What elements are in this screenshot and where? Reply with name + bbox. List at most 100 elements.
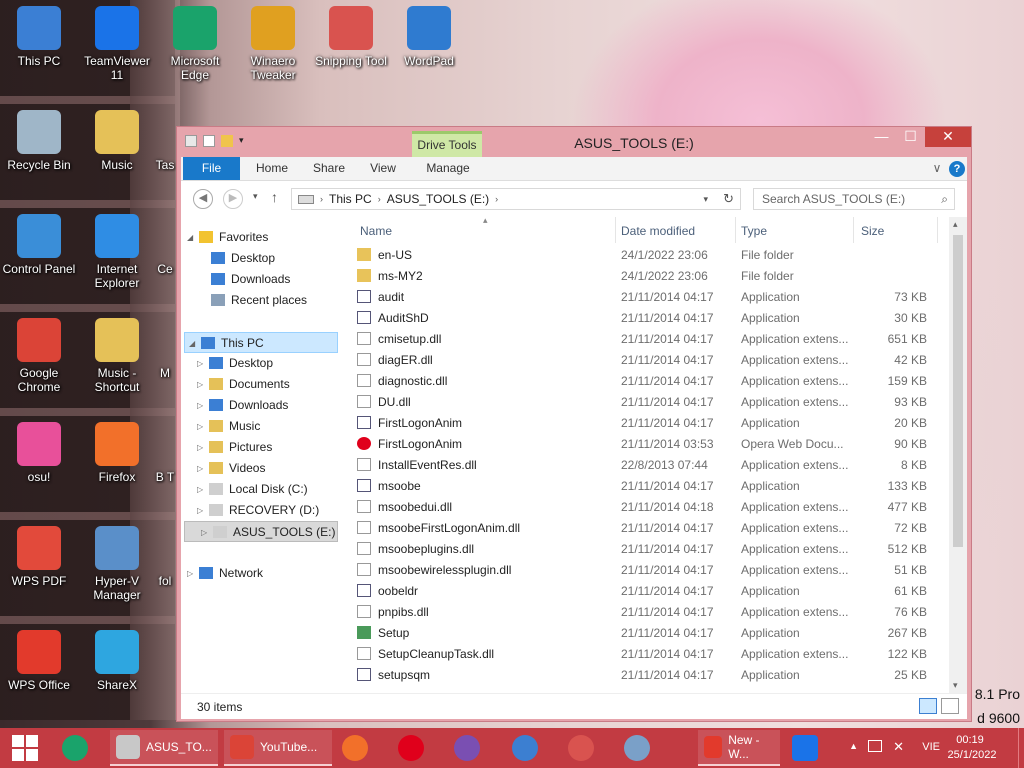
address-dropdown-icon[interactable]: ▾ bbox=[703, 194, 708, 205]
expand-arrow-icon[interactable]: ▷ bbox=[197, 500, 203, 521]
taskbar-teamviewer[interactable] bbox=[792, 730, 818, 766]
breadcrumb-asus-tools[interactable]: ASUS_TOOLS (E:) bbox=[387, 192, 489, 206]
nav-network[interactable]: ▷ Network bbox=[181, 563, 341, 584]
desktop-teamviewer-shortcut[interactable]: TeamViewer 11 bbox=[78, 6, 156, 82]
column-separator[interactable] bbox=[853, 217, 854, 243]
nav-fav-recent-places[interactable]: Recent places bbox=[181, 290, 341, 311]
column-separator[interactable] bbox=[937, 217, 938, 243]
expand-arrow-icon[interactable]: ▷ bbox=[197, 458, 203, 479]
file-row[interactable]: AuditShD 21/11/2014 04:17 Application 30 KB bbox=[351, 308, 949, 329]
breadcrumb-this-pc[interactable]: This PC bbox=[329, 192, 372, 206]
scrollbar-thumb[interactable] bbox=[953, 235, 963, 547]
file-row[interactable]: diagnostic.dll 21/11/2014 04:17 Applicatio… bbox=[351, 371, 949, 392]
show-hidden-icons[interactable]: ▲ bbox=[849, 741, 858, 751]
file-row[interactable]: Setup 21/11/2014 04:17 Application 267 KB bbox=[351, 623, 949, 644]
nav-pc-documents[interactable]: ▷ Documents bbox=[181, 374, 341, 395]
start-button[interactable] bbox=[12, 730, 38, 766]
address-bar[interactable]: › This PC › ASUS_TOOLS (E:) › ▾ ↻ bbox=[291, 188, 741, 210]
help-icon[interactable]: ? bbox=[949, 161, 965, 177]
minimize-button[interactable]: — bbox=[867, 127, 896, 147]
tab-home[interactable]: Home bbox=[247, 157, 297, 180]
desktop-wordpad-shortcut[interactable]: WordPad bbox=[390, 6, 468, 68]
taskbar-thunderbird[interactable] bbox=[512, 730, 538, 766]
taskbar-snipping[interactable] bbox=[568, 730, 594, 766]
expand-arrow-icon[interactable]: ▷ bbox=[197, 437, 203, 458]
up-button[interactable]: ↑ bbox=[271, 189, 278, 205]
expand-arrow-icon[interactable]: ▷ bbox=[197, 479, 203, 500]
desktop-chrome-shortcut[interactable]: Google Chrome bbox=[0, 318, 78, 394]
expand-arrow-icon[interactable]: ▷ bbox=[197, 374, 203, 395]
desktop-control-panel-shortcut[interactable]: Control Panel bbox=[0, 214, 78, 276]
file-row[interactable]: en-US 24/1/2022 23:06 File folder bbox=[351, 245, 949, 266]
taskbar-explorer[interactable]: ASUS_TO... bbox=[110, 730, 218, 766]
large-icons-view-icon[interactable] bbox=[941, 698, 959, 714]
nav-pc-desktop[interactable]: ▷ Desktop bbox=[181, 353, 341, 374]
taskbar-chrome[interactable]: YouTube... bbox=[224, 730, 332, 766]
file-row[interactable]: diagER.dll 21/11/2014 04:17 Application ex… bbox=[351, 350, 949, 371]
tab-file[interactable]: File bbox=[183, 157, 240, 180]
file-row[interactable]: msoobeFirstLogonAnim.dll 21/11/2014 04:17… bbox=[351, 518, 949, 539]
vertical-scrollbar[interactable]: ▴ ▾ bbox=[949, 217, 967, 693]
explorer-window[interactable]: ▾ Drive Tools ASUS_TOOLS (E:) — ☐ ✕ File… bbox=[176, 126, 972, 722]
expand-arrow-icon[interactable]: ◢ bbox=[189, 333, 195, 354]
breadcrumb-separator-icon[interactable]: › bbox=[320, 194, 323, 204]
desktop-sharex-shortcut[interactable]: ShareX bbox=[78, 630, 156, 692]
nav-pc-recovery-d[interactable]: ▷ RECOVERY (D:) bbox=[181, 500, 341, 521]
tab-manage[interactable]: Manage bbox=[413, 157, 483, 180]
file-row[interactable]: msoobewirelessplugin.dll 21/11/2014 04:17… bbox=[351, 560, 949, 581]
file-row[interactable]: DU.dll 21/11/2014 04:17 Application extens… bbox=[351, 392, 949, 413]
desktop-recycle-bin-shortcut[interactable]: Recycle Bin bbox=[0, 110, 78, 172]
maximize-button[interactable]: ☐ bbox=[896, 127, 925, 147]
file-row[interactable]: pnpibs.dll 21/11/2014 04:17 Application ex… bbox=[351, 602, 949, 623]
desktop-music-folder-shortcut[interactable]: Music bbox=[78, 110, 156, 172]
file-row[interactable]: msoobedui.dll 21/11/2014 04:18 Application… bbox=[351, 497, 949, 518]
desktop-wps-pdf-shortcut[interactable]: WPS PDF bbox=[0, 526, 78, 588]
tab-share[interactable]: Share bbox=[305, 157, 353, 180]
expand-arrow-icon[interactable]: ◢ bbox=[187, 227, 193, 248]
file-row[interactable]: ms-MY2 24/1/2022 23:06 File folder bbox=[351, 266, 949, 287]
title-bar[interactable]: ▾ Drive Tools ASUS_TOOLS (E:) — ☐ ✕ bbox=[177, 127, 971, 157]
column-header-name[interactable]: Name bbox=[360, 224, 392, 238]
file-row[interactable]: InstallEventRes.dll 22/8/2013 07:44 Applic… bbox=[351, 455, 949, 476]
taskbar-firefox[interactable] bbox=[342, 730, 368, 766]
breadcrumb-separator-icon[interactable]: › bbox=[495, 194, 498, 204]
refresh-icon[interactable]: ↻ bbox=[723, 191, 734, 207]
column-header-type[interactable]: Type bbox=[741, 224, 767, 238]
nav-pc-music[interactable]: ▷ Music bbox=[181, 416, 341, 437]
file-row[interactable]: msoobeplugins.dll 21/11/2014 04:17 Applica… bbox=[351, 539, 949, 560]
nav-favorites[interactable]: ◢ Favorites bbox=[181, 227, 341, 248]
recent-locations-icon[interactable]: ▾ bbox=[253, 191, 258, 202]
file-row[interactable]: FirstLogonAnim 21/11/2014 03:53 Opera Web … bbox=[351, 434, 949, 455]
expand-arrow-icon[interactable]: ▷ bbox=[201, 522, 207, 543]
taskbar-wps[interactable]: New - W... bbox=[698, 730, 780, 766]
column-separator[interactable] bbox=[615, 217, 616, 243]
column-separator[interactable] bbox=[735, 217, 736, 243]
breadcrumb-separator-icon[interactable]: › bbox=[378, 194, 381, 204]
column-header-date[interactable]: Date modified bbox=[621, 224, 695, 238]
scroll-down-icon[interactable]: ▾ bbox=[953, 680, 958, 691]
file-row[interactable]: FirstLogonAnim 21/11/2014 04:17 Applicatio… bbox=[351, 413, 949, 434]
expand-arrow-icon[interactable]: ▷ bbox=[197, 395, 203, 416]
desktop-snipping-tool-shortcut[interactable]: Snipping Tool bbox=[312, 6, 390, 68]
nav-pc-pictures[interactable]: ▷ Pictures bbox=[181, 437, 341, 458]
desktop-osu-shortcut[interactable]: osu! bbox=[0, 422, 78, 484]
forward-button[interactable]: ▶ bbox=[223, 189, 243, 209]
file-row[interactable]: oobeldr 21/11/2014 04:17 Application 61 KB bbox=[351, 581, 949, 602]
desktop-internet-explorer-shortcut[interactable]: Internet Explorer bbox=[78, 214, 156, 290]
network-icon[interactable] bbox=[868, 740, 882, 752]
nav-fav-downloads[interactable]: Downloads bbox=[181, 269, 341, 290]
clock-time[interactable]: 00:19 bbox=[946, 734, 994, 746]
taskbar-monitor[interactable] bbox=[624, 730, 650, 766]
scroll-up-icon[interactable]: ▴ bbox=[953, 219, 958, 230]
nav-this-pc[interactable]: ◢ This PC bbox=[184, 332, 338, 353]
close-button[interactable]: ✕ bbox=[925, 127, 971, 147]
expand-arrow-icon[interactable]: ▷ bbox=[187, 563, 193, 584]
taskbar-opera[interactable] bbox=[398, 730, 424, 766]
nav-fav-desktop[interactable]: Desktop bbox=[181, 248, 341, 269]
nav-pc-videos[interactable]: ▷ Videos bbox=[181, 458, 341, 479]
desktop-this-pc-shortcut[interactable]: This PC bbox=[0, 6, 78, 68]
search-input[interactable]: Search ASUS_TOOLS (E:) ⌕ bbox=[753, 188, 955, 210]
nav-pc-asus-tools-e[interactable]: ▷ ASUS_TOOLS (E:) bbox=[184, 521, 338, 542]
tab-view[interactable]: View bbox=[361, 157, 405, 180]
taskbar-winrar[interactable] bbox=[454, 730, 480, 766]
